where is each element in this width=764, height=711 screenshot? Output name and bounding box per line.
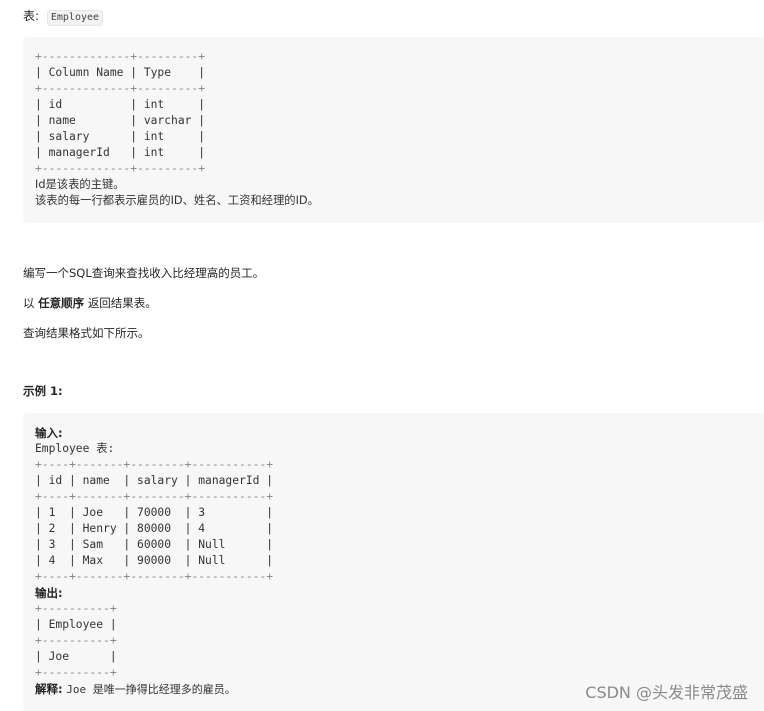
explanation-label: 解释: xyxy=(35,682,63,696)
input-row: | 2 | Henry | 80000 | 4 | xyxy=(35,522,274,535)
input-row: | id | name | salary | managerId | xyxy=(35,474,274,487)
table-heading: 表: Employee xyxy=(23,8,104,26)
table-prefix: 表: xyxy=(23,9,40,23)
format-note: 查询结果格式如下所示。 xyxy=(23,326,150,340)
schema-row: +-------------+---------+ xyxy=(35,162,206,175)
input-row: | 3 | Sam | 60000 | Null | xyxy=(35,538,274,551)
schema-note-description: 该表的每一行都表示雇员的ID、姓名、工资和经理的ID。 xyxy=(35,194,319,207)
input-label: 输入: xyxy=(35,426,63,440)
order-emphasis: 任意顺序 xyxy=(38,296,85,310)
input-caption: Employee 表: xyxy=(35,442,115,455)
schema-note-primary-key: Id是该表的主键。 xyxy=(35,178,125,191)
example-heading: 示例 1: xyxy=(23,384,63,398)
schema-code-block: +-------------+---------+ | Column Name … xyxy=(23,37,764,223)
order-instruction: 以 任意顺序 返回结果表。 xyxy=(23,295,157,311)
schema-row: | managerId | int | xyxy=(35,146,206,159)
output-row: +----------+ xyxy=(35,634,117,647)
input-row: +----+-------+--------+-----------+ xyxy=(35,490,274,503)
problem-statement: 编写一个SQL查询来查找收入比经理高的员工。 xyxy=(23,266,265,280)
input-row: +----+-------+--------+-----------+ xyxy=(35,458,274,471)
csdn-watermark: CSDN @头发非常茂盛 xyxy=(585,683,748,702)
schema-row: +-------------+---------+ xyxy=(35,82,206,95)
output-row: | Employee | xyxy=(35,618,117,631)
schema-row: | Column Name | Type | xyxy=(35,66,206,79)
output-row: +----------+ xyxy=(35,602,117,615)
schema-row: | id | int | xyxy=(35,98,206,111)
schema-row: | name | varchar | xyxy=(35,114,206,127)
table-name-code: Employee xyxy=(46,10,104,26)
explanation-text: Joe 是唯一挣得比经理多的雇员。 xyxy=(66,683,236,696)
input-row: | 4 | Max | 90000 | Null | xyxy=(35,554,274,567)
input-row: +----+-------+--------+-----------+ xyxy=(35,570,274,583)
input-row: | 1 | Joe | 70000 | 3 | xyxy=(35,506,274,519)
schema-row: | salary | int | xyxy=(35,130,206,143)
order-suffix: 返回结果表。 xyxy=(87,296,157,310)
schema-row: +-------------+---------+ xyxy=(35,50,206,63)
output-label: 输出: xyxy=(35,586,63,600)
example-code-block: 输入: Employee 表: +----+-------+--------+-… xyxy=(23,413,764,711)
order-prefix: 以 xyxy=(23,296,35,310)
output-row: | Joe | xyxy=(35,650,117,663)
